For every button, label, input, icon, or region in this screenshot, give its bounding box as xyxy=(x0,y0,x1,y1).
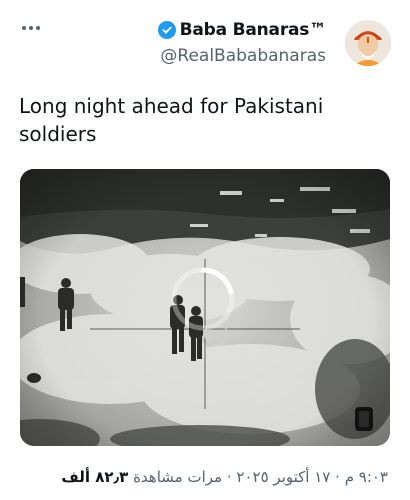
author-handle[interactable]: @RealBababanaras xyxy=(158,46,326,66)
tweet-time[interactable]: ٩:٠٣ م xyxy=(345,468,388,486)
tweet-meta: ٩:٠٣ م · ١٧ أكتوبر ٢٠٢٥ · مرات مشاهدة ٨٢… xyxy=(61,468,388,486)
views-count[interactable]: ٨٢٫٣ ألف xyxy=(61,468,128,486)
verified-badge-icon xyxy=(157,21,176,39)
author-display-name[interactable]: Baba Banaras™ xyxy=(180,20,327,40)
video-frame xyxy=(20,169,390,446)
meta-separator: · xyxy=(335,468,340,486)
views-label: مرات مشاهدة xyxy=(133,468,223,486)
tweet-text: Long night ahead for Pakistani soldiers xyxy=(19,92,389,148)
video-settings-icon[interactable] xyxy=(355,407,373,431)
tweet-text-line-2: soldiers xyxy=(19,122,97,146)
tweet-text-line-1: Long night ahead for Pakistani xyxy=(19,94,324,118)
video-player[interactable] xyxy=(20,169,390,446)
tweet-date[interactable]: ١٧ أكتوبر ٢٠٢٥ xyxy=(236,468,330,486)
more-options-icon[interactable] xyxy=(22,26,40,30)
tweet-author[interactable]: Baba Banaras™ @RealBababanaras xyxy=(157,20,327,66)
meta-separator: · xyxy=(226,468,232,486)
avatar[interactable] xyxy=(345,20,391,66)
